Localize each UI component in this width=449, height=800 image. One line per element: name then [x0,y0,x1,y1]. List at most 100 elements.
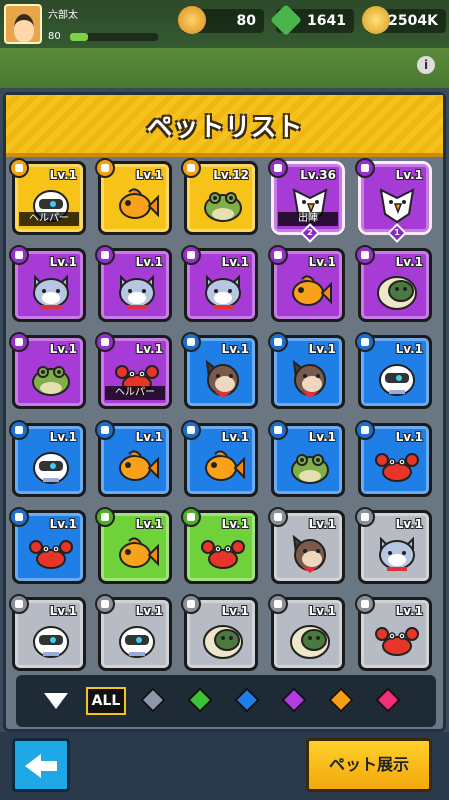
badge-symbol [274,164,282,172]
pet-list-panel: ペットリスト Lv.1 ヘルパー Lv.1 Lv.12 Lv.36 出陣 2 Lv.1 1 Lv.… [3,92,446,732]
coin-icon [178,6,206,34]
pet-card[interactable]: Lv.1 [181,245,258,322]
back-button[interactable] [12,738,70,792]
pet-level: Lv.1 [395,517,423,531]
pet-level: Lv.1 [49,517,77,531]
pet-card[interactable]: Lv.1 [9,507,86,584]
pet-card[interactable]: Lv.1 [9,420,86,497]
pet-card[interactable]: Lv.1 [268,594,345,671]
pet-fish-icon [201,446,245,486]
team-slot-number: 2 [307,228,313,237]
info-icon[interactable]: i [417,56,435,74]
pet-turtle-icon [375,271,419,311]
panel-title: ペットリスト [146,113,303,143]
pet-level: Lv.1 [395,342,423,356]
rarity-badge-icon [95,158,115,178]
pet-cat-icon [29,271,73,311]
pet-level: Lv.1 [395,255,423,269]
player-avatar[interactable] [4,4,42,44]
pet-robot-icon [29,446,73,486]
currency-gem[interactable]: 1641 [270,4,354,36]
rarity-badge-icon [95,420,115,440]
rarity-badge-icon [355,420,375,440]
pet-card[interactable]: Lv.1 [268,507,345,584]
pet-card[interactable]: Lv.1 [355,507,432,584]
gem-plus-icon [270,4,302,36]
pet-card[interactable]: Lv.36 出陣 2 [268,158,345,243]
rarity-badge-icon [9,158,29,178]
pet-level: Lv.1 [395,168,423,182]
pet-card[interactable]: Lv.1 [181,420,258,497]
pet-level: Lv.1 [221,255,249,269]
pet-level: Lv.1 [221,517,249,531]
rarity-badge-icon [9,332,29,352]
filter-gem-purple-icon[interactable] [281,687,307,713]
xp-fill [70,33,88,41]
pet-card[interactable]: Lv.12 [181,158,258,235]
currency-gold[interactable]: 2504K [362,6,446,34]
pet-card[interactable]: Lv.1 [355,594,432,671]
pet-status-tag: ヘルパー [19,212,79,226]
team-slot-number: 1 [394,228,400,237]
rarity-badge-icon [268,158,288,178]
pet-robot-icon [29,620,73,660]
pet-card[interactable]: Lv.1 [355,420,432,497]
pet-cat-icon [115,271,159,311]
pet-card[interactable]: Lv.1 [95,507,172,584]
badge-symbol [101,426,109,434]
badge-symbol [187,426,195,434]
badge-symbol [274,600,282,608]
badge-symbol [15,338,23,346]
pet-dog-icon [288,533,332,573]
pet-card[interactable]: Lv.1 [95,594,172,671]
pet-card[interactable]: Lv.1 [9,245,86,322]
pet-card[interactable]: Lv.1 [9,332,86,409]
pet-level: Lv.1 [221,430,249,444]
badge-symbol [274,426,282,434]
pet-card[interactable]: Lv.1 [181,332,258,409]
pet-fish-icon [115,184,159,224]
pet-level: Lv.1 [221,604,249,618]
pet-dog-icon [288,358,332,398]
pet-card[interactable]: Lv.1 [95,158,172,235]
badge-symbol [361,338,369,346]
pet-cat-icon [201,271,245,311]
pet-card[interactable]: Lv.1 [181,594,258,671]
player-name: 六部太 [48,10,78,21]
rarity-badge-icon [355,158,375,178]
pet-card[interactable]: Lv.1 [95,420,172,497]
rarity-badge-icon [95,332,115,352]
pet-card[interactable]: Lv.1 [9,594,86,671]
badge-symbol [274,338,282,346]
currency-coin[interactable]: 80 [178,6,264,34]
currency-gem-value: 1641 [307,13,346,29]
filter-gem-pink-icon[interactable] [375,687,401,713]
filter-gem-green-icon[interactable] [187,687,213,713]
filter-gem-gray-icon[interactable] [140,687,166,713]
pet-card[interactable]: Lv.1 [355,245,432,322]
pet-card[interactable]: Lv.1 1 [355,158,432,243]
pet-level: Lv.36 [300,168,336,182]
filter-gem-orange-icon[interactable] [328,687,354,713]
rarity-badge-icon [95,507,115,527]
pet-card[interactable]: Lv.1 ヘルパー [95,332,172,409]
badge-symbol [274,251,282,259]
rarity-badge-icon [355,594,375,614]
pet-card[interactable]: Lv.1 [268,420,345,497]
pet-card[interactable]: Lv.1 [268,245,345,322]
pet-bird-icon [375,184,419,224]
rarity-badge-icon [9,594,29,614]
pet-card[interactable]: Lv.1 [355,332,432,409]
pet-display-button[interactable]: ペット展示 [306,738,432,792]
pet-fish-icon [115,446,159,486]
badge-symbol [101,338,109,346]
pet-fish-icon [115,533,159,573]
pet-card[interactable]: Lv.1 [181,507,258,584]
pet-card[interactable]: Lv.1 ヘルパー [9,158,86,235]
pet-card[interactable]: Lv.1 [95,245,172,322]
sort-down-icon[interactable] [44,693,68,709]
pet-card[interactable]: Lv.1 [268,332,345,409]
badge-symbol [187,513,195,521]
filter-gem-blue-icon[interactable] [234,687,260,713]
filter-all-button[interactable]: ALL [86,687,126,715]
